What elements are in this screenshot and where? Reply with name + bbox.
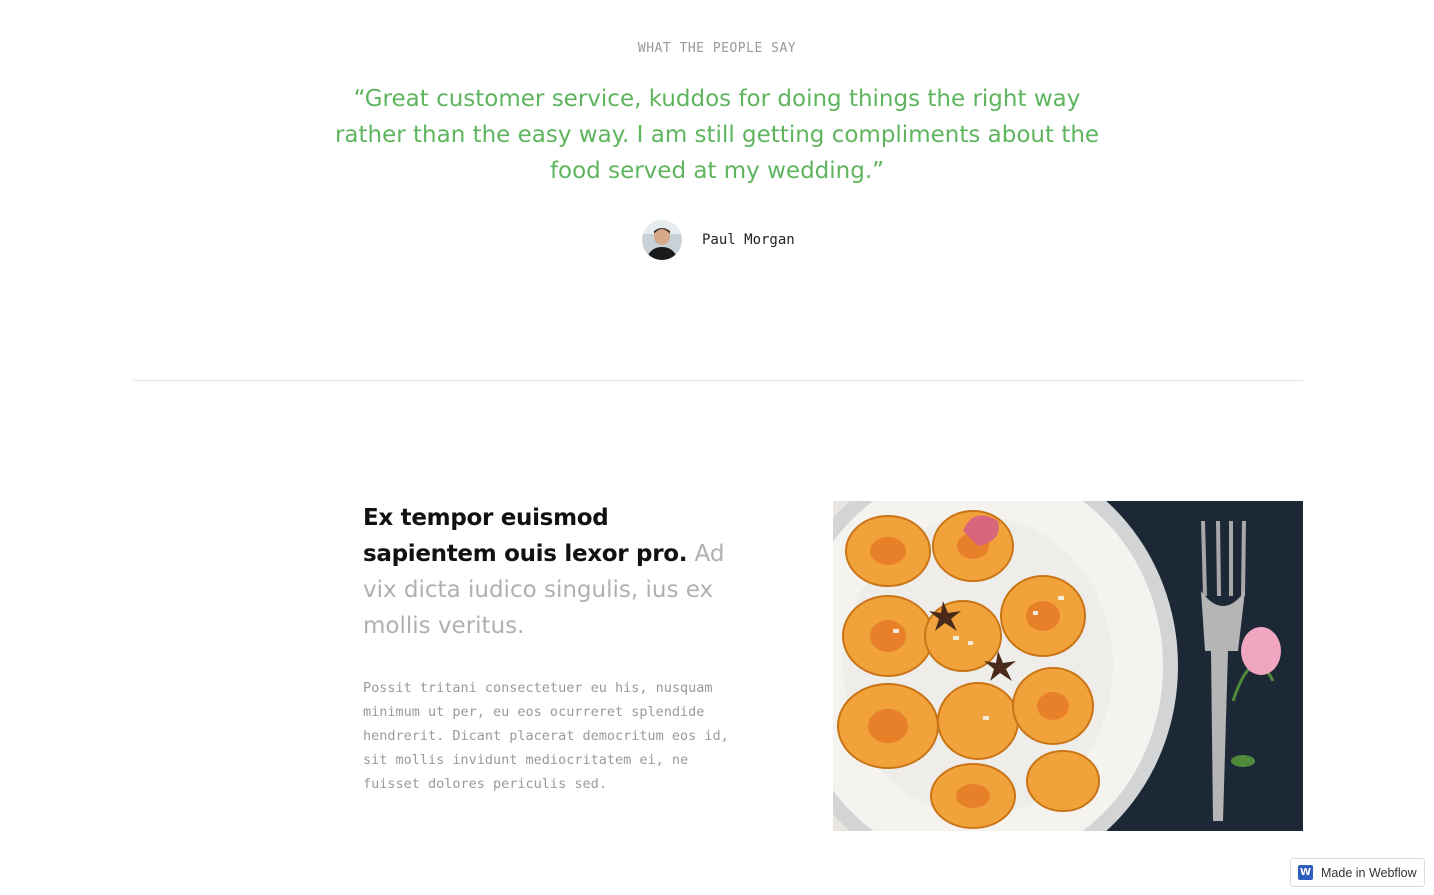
author-name: Paul Morgan <box>702 232 795 248</box>
testimonial-author: Paul Morgan <box>642 220 795 260</box>
badge-label: Made in Webflow <box>1321 865 1417 880</box>
testimonial-quote: “Great customer service, kuddos for doin… <box>334 86 1100 184</box>
made-in-webflow-badge[interactable]: W Made in Webflow <box>1290 858 1425 887</box>
food-plate-image <box>833 501 1303 831</box>
feature-body: Possit tritani consectetuer eu his, nusq… <box>363 680 729 792</box>
feature-text-block: Ex tempor euismod sapientem ouis lexor p… <box>363 500 743 796</box>
feature-heading-strong: Ex tempor euismod sapientem ouis lexor p… <box>363 505 688 567</box>
author-avatar <box>642 220 682 260</box>
feature-heading: Ex tempor euismod sapientem ouis lexor p… <box>363 500 743 644</box>
section-divider <box>133 380 1303 381</box>
testimonial-eyebrow: WHAT THE PEOPLE SAY <box>637 41 797 56</box>
webflow-logo-icon: W <box>1298 865 1313 880</box>
